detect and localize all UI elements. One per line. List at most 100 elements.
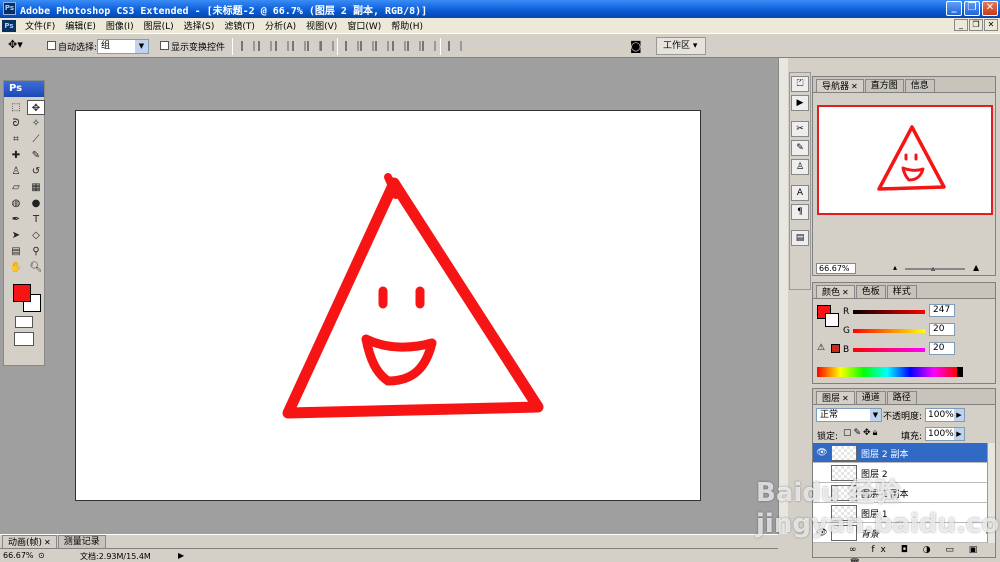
menu-view[interactable]: 视图(V) — [301, 19, 342, 32]
tab-histogram[interactable]: 直方图 — [864, 79, 904, 92]
lasso-tool-icon[interactable]: ᘐ — [7, 116, 25, 131]
align-bottom-icon[interactable] — [275, 41, 289, 51]
brushes-icon[interactable]: ✎ — [791, 140, 809, 156]
gradient-tool-icon[interactable]: ▦ — [27, 180, 45, 195]
close-icon[interactable]: ✕ — [44, 538, 51, 547]
auto-select-checkbox[interactable] — [47, 41, 56, 50]
channel-g-slider[interactable] — [853, 329, 925, 333]
type-tool-icon[interactable]: T — [27, 212, 45, 227]
slice-tool-icon[interactable]: ⟋ — [27, 132, 45, 147]
menu-image[interactable]: 图像(I) — [101, 19, 139, 32]
close-button[interactable]: ✕ — [982, 1, 998, 16]
eye-icon[interactable]: 👁︎ — [816, 527, 828, 539]
channel-g-value[interactable]: 20 — [929, 323, 955, 336]
doc-minimize-button[interactable]: _ — [954, 19, 968, 31]
tab-color[interactable]: 颜色 ✕ — [816, 285, 855, 298]
tab-paths[interactable]: 路径 — [886, 391, 917, 404]
tool-presets-icon[interactable]: ✂ — [791, 121, 809, 137]
layer-comps-icon[interactable]: ▤ — [791, 230, 809, 246]
eye-icon-hidden[interactable] — [816, 467, 828, 479]
status-zoom[interactable]: 66.67% — [3, 551, 34, 560]
menu-edit[interactable]: 编辑(E) — [60, 19, 101, 32]
marquee-tool-icon[interactable]: ⬚ — [7, 100, 25, 115]
menu-select[interactable]: 选择(S) — [179, 19, 220, 32]
close-icon[interactable]: ✕ — [842, 394, 849, 403]
menu-layer[interactable]: 图层(L) — [139, 19, 179, 32]
close-icon[interactable]: ✕ — [842, 288, 849, 297]
zoom-slider-handle[interactable]: ▵ — [931, 264, 935, 273]
tab-navigator[interactable]: 导航器 ✕ — [816, 79, 864, 92]
navigator-preview[interactable] — [817, 105, 993, 215]
doc-close-button[interactable]: ✕ — [984, 19, 998, 31]
distribute-right-icon[interactable] — [422, 41, 436, 51]
align-left-icon[interactable] — [292, 41, 306, 51]
align-right-icon[interactable] — [320, 41, 334, 51]
document-icon[interactable]: Ps — [2, 19, 16, 32]
crop-tool-icon[interactable]: ⌗ — [7, 132, 25, 147]
menu-analysis[interactable]: 分析(A) — [260, 19, 301, 32]
paragraph-icon[interactable]: ¶ — [791, 204, 809, 220]
align-vcenter-icon[interactable] — [258, 41, 272, 51]
screen-mode-button[interactable] — [14, 332, 34, 346]
gamut-color-swatch[interactable] — [831, 344, 840, 353]
history-icon[interactable]: ⏍ — [791, 76, 809, 92]
eraser-tool-icon[interactable]: ▱ — [7, 180, 25, 195]
status-menu-arrow-icon[interactable]: ▶ — [178, 551, 184, 560]
eye-icon-hidden[interactable] — [816, 507, 828, 519]
restore-button[interactable]: ❐ — [964, 1, 980, 16]
channel-b-slider[interactable] — [853, 348, 925, 352]
align-top-icon[interactable] — [241, 41, 255, 51]
navigator-zoom-value[interactable]: 66.67% — [816, 263, 856, 274]
status-icon[interactable]: ⊙ — [38, 551, 45, 560]
zoom-out-icon[interactable]: ▴ — [893, 263, 897, 272]
hand-tool-icon[interactable]: ✋ — [7, 260, 25, 275]
menu-filter[interactable]: 滤镜(T) — [219, 19, 260, 32]
zoom-tool-icon[interactable]: 🔍︎ — [27, 260, 45, 275]
history-brush-tool-icon[interactable]: ↺ — [27, 164, 45, 179]
path-selection-tool-icon[interactable]: ➤ — [7, 228, 25, 243]
distribute-left-icon[interactable] — [392, 41, 406, 51]
show-transform-checkbox[interactable] — [160, 41, 169, 50]
color-spectrum-bar[interactable] — [817, 367, 963, 377]
workspace-scrollbar[interactable] — [778, 58, 788, 534]
doc-restore-button[interactable]: ❐ — [969, 19, 983, 31]
clone-source-icon[interactable]: ♙ — [791, 159, 809, 175]
pen-tool-icon[interactable]: ✒ — [7, 212, 25, 227]
gamut-warning-icon[interactable]: ⚠ — [817, 343, 825, 353]
layer-row[interactable]: 图层 1 副本 — [813, 483, 987, 503]
toolbox-header[interactable]: Ps — [4, 81, 44, 97]
foreground-color-swatch[interactable] — [13, 284, 31, 302]
channel-r-value[interactable]: 247 — [929, 304, 955, 317]
workspace-button[interactable]: 工作区 ▾ — [656, 37, 706, 55]
tab-channels[interactable]: 通道 — [855, 391, 886, 404]
layers-scrollbar[interactable] — [987, 443, 995, 543]
distribute-vcenter-icon[interactable] — [360, 41, 374, 51]
auto-select-dropdown[interactable]: 组 ▼ — [97, 39, 149, 54]
tab-swatches[interactable]: 色板 — [855, 285, 886, 298]
magic-wand-tool-icon[interactable]: ✧ — [27, 116, 45, 131]
channel-r-slider[interactable] — [853, 310, 925, 314]
align-hcenter-icon[interactable] — [307, 41, 321, 51]
opacity-input[interactable]: 100% ▶ — [925, 408, 965, 422]
distribute-bottom-icon[interactable] — [375, 41, 389, 51]
distribute-top-icon[interactable] — [345, 41, 359, 51]
actions-icon[interactable]: ▶ — [791, 95, 809, 111]
notes-tool-icon[interactable]: ▤ — [7, 244, 25, 259]
document-canvas[interactable] — [75, 110, 701, 501]
channel-b-value[interactable]: 20 — [929, 342, 955, 355]
layers-footer-buttons[interactable]: ∞ fx ◘ ◑ ▭ ▣ 🗑︎ — [813, 543, 995, 562]
blur-tool-icon[interactable]: ◍ — [7, 196, 25, 211]
move-tool-icon[interactable]: ✥ — [27, 100, 45, 115]
character-icon[interactable]: A — [791, 185, 809, 201]
bridge-icon[interactable]: ◙ — [630, 39, 650, 53]
close-icon[interactable]: ✕ — [851, 82, 858, 91]
healing-brush-tool-icon[interactable]: ✚ — [7, 148, 25, 163]
brush-tool-icon[interactable]: ✎ — [27, 148, 45, 163]
tab-measurement-log[interactable]: 测量记录 — [57, 535, 106, 548]
menu-file[interactable]: 文件(F) — [20, 19, 60, 32]
auto-align-icon[interactable] — [448, 41, 462, 51]
distribute-hcenter-icon[interactable] — [407, 41, 421, 51]
tab-info[interactable]: 信息 — [904, 79, 935, 92]
lock-icons[interactable]: ▢✎✥🔒︎ — [843, 428, 879, 438]
eye-icon-hidden[interactable] — [816, 487, 828, 499]
